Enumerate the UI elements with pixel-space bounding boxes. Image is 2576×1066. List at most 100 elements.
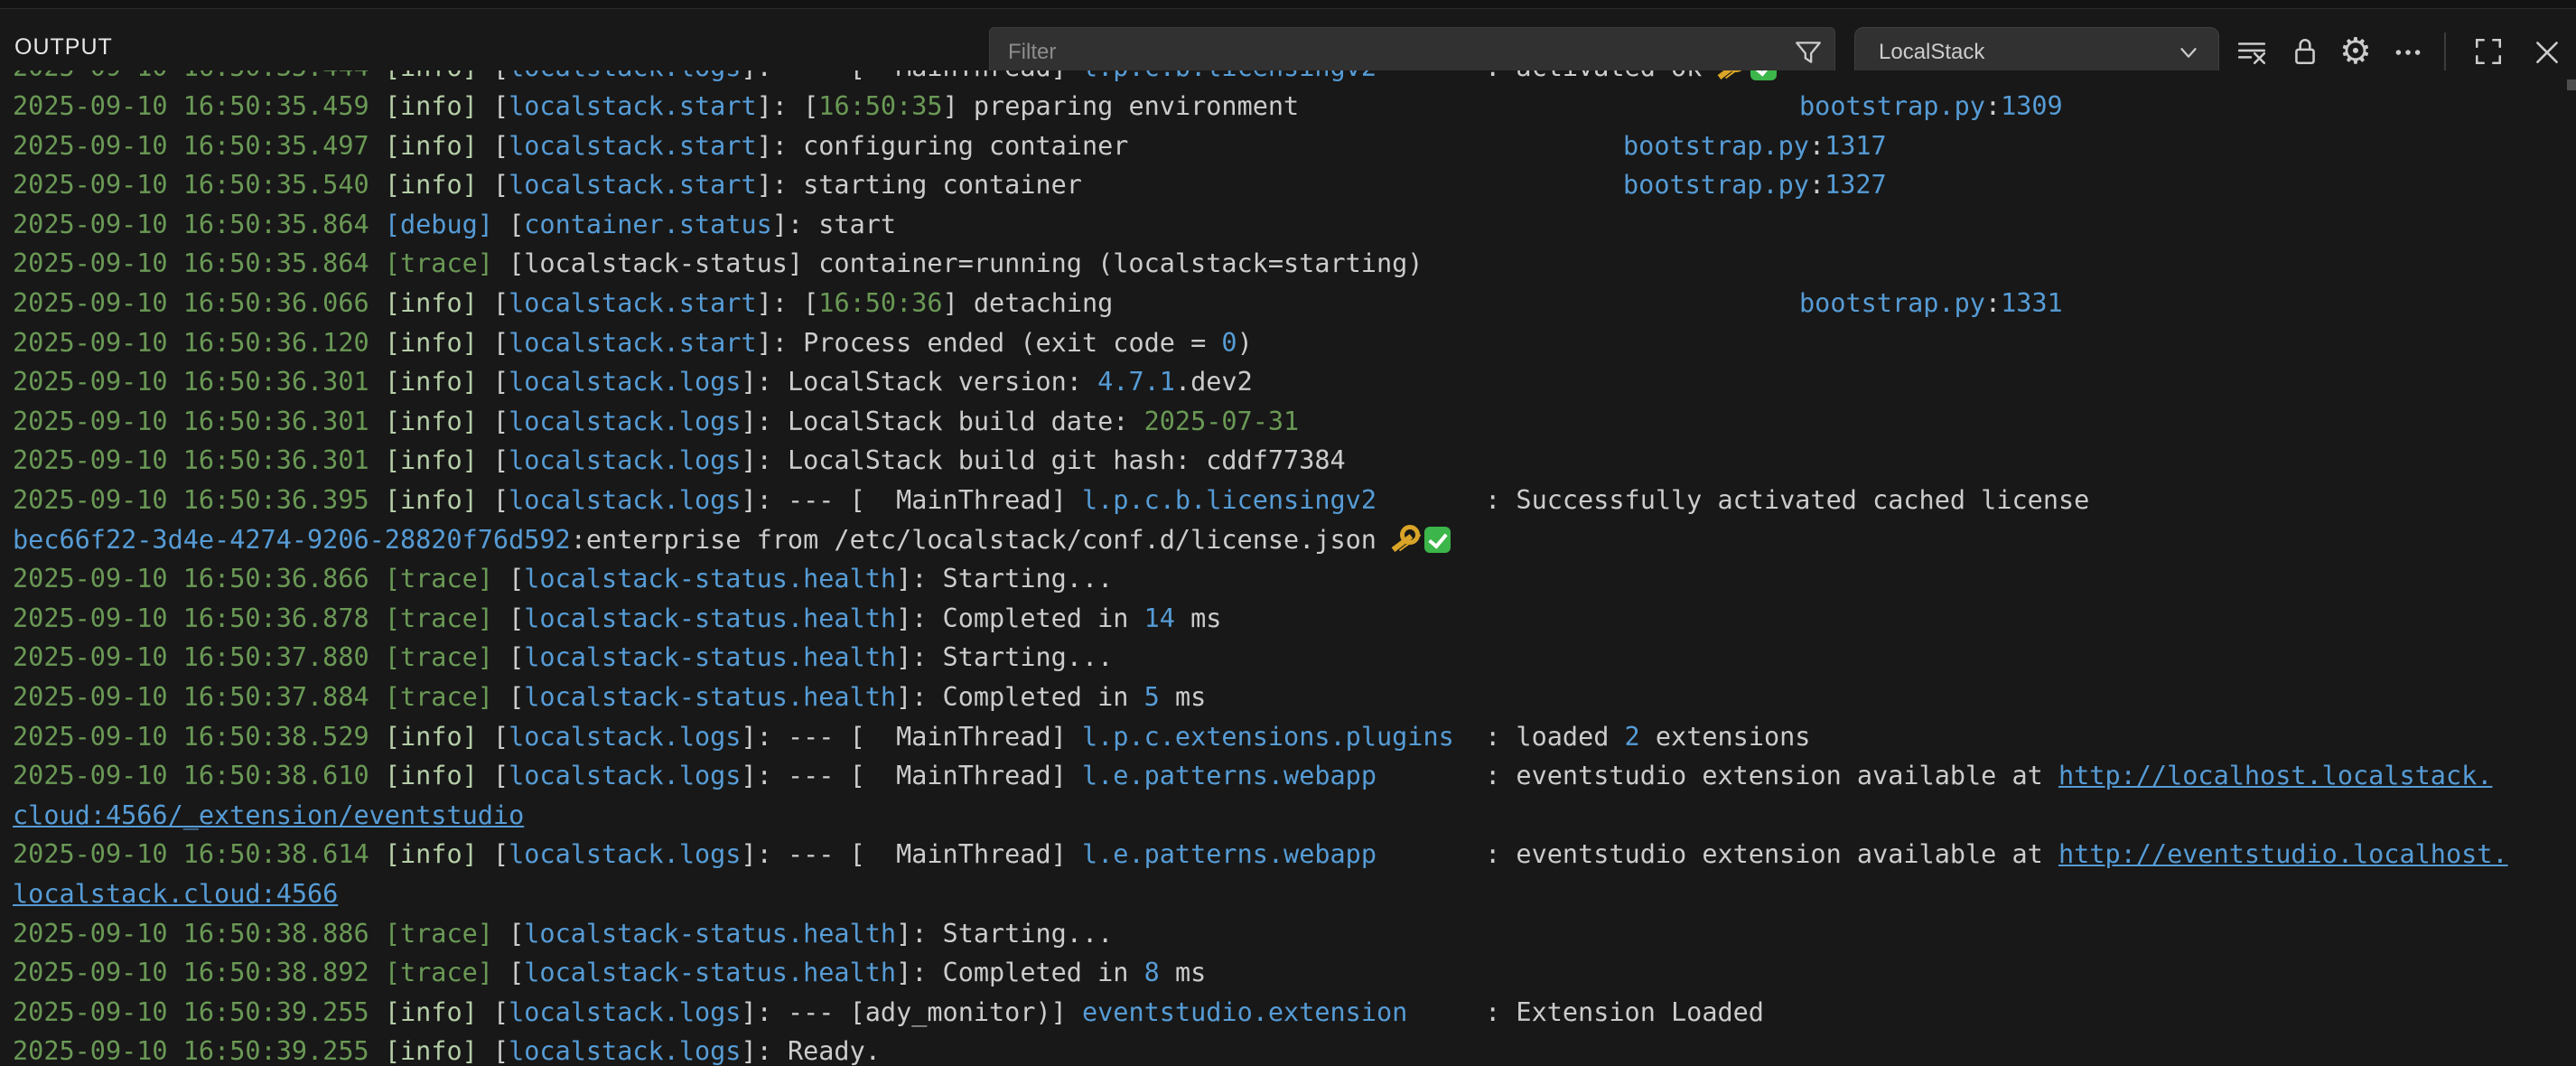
maximize-panel-icon[interactable]: [2473, 36, 2504, 67]
log-segment: 2025-09-10 16:50:35.864: [13, 248, 385, 278]
log-segment: ]: Starting...: [896, 919, 1113, 949]
log-segment: [: [478, 70, 509, 82]
gear-icon[interactable]: ⚙: [2339, 36, 2370, 67]
log-url-link[interactable]: localstack.cloud:4566: [13, 879, 338, 909]
filter-input[interactable]: [990, 40, 1793, 65]
log-segment: [: [478, 1036, 509, 1066]
log-segment: [trace]: [385, 682, 493, 712]
log-segment: localstack-status.health: [524, 564, 896, 594]
log-segment: : eventstudio extension available at: [1377, 839, 2058, 869]
log-segment: ]: Process ended (exit code =: [757, 328, 1222, 358]
close-panel-icon[interactable]: [2532, 36, 2562, 67]
log-segment: [: [478, 288, 509, 318]
log-segment: [info]: [385, 91, 478, 121]
log-segment: [info]: [385, 485, 478, 515]
check-icon: [1424, 527, 1451, 553]
output-panel: { "header": { "tab": "OUTPUT", "filter":…: [0, 0, 2576, 1066]
log-segment: [info]: [385, 761, 478, 790]
log-segment: [: [478, 407, 509, 436]
log-line: 2025-09-10 16:50:39.255 [info] [localsta…: [0, 1032, 2576, 1066]
log-segment: [trace]: [385, 248, 493, 278]
log-segment: [trace]: [385, 919, 493, 949]
chevron-down-icon: [2175, 39, 2202, 66]
log-segment: 2025-09-10 16:50:35.497: [13, 131, 385, 161]
log-segment: 2025-09-10 16:50:36.395: [13, 485, 385, 515]
log-url-link[interactable]: cloud:4566/_extension/eventstudio: [13, 800, 524, 830]
log-segment: 2025-09-10 16:50:38.886: [13, 919, 385, 949]
log-segment: [info]: [385, 170, 478, 200]
log-segment: [: [478, 839, 509, 869]
log-segment: [: [493, 958, 524, 987]
log-segment: localstack-status.health: [524, 919, 896, 949]
log-segment: 2: [1625, 722, 1640, 752]
log-segment: eventstudio.extension: [1082, 997, 1407, 1027]
source-file-link[interactable]: bootstrap.py:1317: [1623, 126, 1887, 166]
log-segment: [: [493, 210, 524, 239]
log-line: 2025-09-10 16:50:36.120 [info] [localsta…: [0, 323, 2576, 363]
log-segment: 2025-07-31: [1144, 407, 1300, 436]
log-segment: 5: [1144, 682, 1160, 712]
log-segment: 2025-09-10 16:50:38.892: [13, 958, 385, 987]
log-line: 2025-09-10 16:50:38.610 [info] [localsta…: [0, 756, 2576, 796]
log-segment: 14: [1144, 603, 1175, 633]
source-file-link[interactable]: bootstrap.py:1327: [1623, 165, 1887, 205]
log-segment: 2025-09-10 16:50:35.540: [13, 170, 385, 200]
log-segment: ]: Completed in: [896, 603, 1144, 633]
log-segment: 2025-09-10 16:50:38.610: [13, 761, 385, 790]
log-segment: : loaded: [1454, 722, 1625, 752]
log-segment: [debug]: [385, 210, 493, 239]
log-segment: [: [493, 642, 524, 672]
log-segment: [info]: [385, 839, 478, 869]
source-file-link[interactable]: bootstrap.py:1331: [1799, 284, 2063, 323]
lock-icon[interactable]: [2290, 36, 2320, 67]
log-line: 2025-09-10 16:50:36.066 [info] [localsta…: [0, 284, 2576, 323]
log-line: 2025-09-10 16:50:35.459 [info] [localsta…: [0, 87, 2576, 126]
scrollbar-thumb[interactable]: [2567, 79, 2576, 90]
log-line: 2025-09-10 16:50:35.864 [trace] [localst…: [0, 244, 2576, 284]
log-segment: ]: [: [757, 288, 819, 318]
log-segment: ]: --- [ MainThread]: [741, 485, 1082, 515]
log-line-clipped: 2025-09-10 16:50:35.444 [info] [localsta…: [0, 70, 2576, 87]
output-panel-header: OUTPUT LocalStack ⚙: [0, 9, 2576, 70]
log-line: 2025-09-10 16:50:35.540 [info] [localsta…: [0, 165, 2576, 205]
log-segment: ]: --- [ MainThread]: [741, 722, 1082, 752]
source-file-link[interactable]: bootstrap.py:1309: [1799, 87, 2063, 126]
log-line: 2025-09-10 16:50:38.614 [info] [localsta…: [0, 835, 2576, 874]
log-line: 2025-09-10 16:50:38.529 [info] [localsta…: [0, 717, 2576, 757]
log-segment: ): [1237, 328, 1253, 358]
log-segment: 16:50:35: [818, 91, 942, 121]
log-segment: localstack.start: [509, 170, 757, 200]
log-segment: l.p.c.extensions.plugins: [1082, 722, 1454, 752]
key-icon: [1392, 525, 1421, 554]
log-segment: localstack.logs: [509, 70, 741, 82]
log-segment: [: [493, 682, 524, 712]
log-segment: [trace]: [385, 958, 493, 987]
log-segment: localstack.start: [509, 131, 757, 161]
log-line: localstack.cloud:4566: [0, 874, 2576, 914]
log-segment: [: [478, 722, 509, 752]
log-url-link[interactable]: http://localhost.localstack.: [2058, 761, 2492, 790]
log-segment: [: [493, 919, 524, 949]
filter-funnel-icon[interactable]: [1793, 37, 1824, 68]
log-segment: ]: Completed in: [896, 958, 1144, 987]
log-segment: bec66f22-3d4e-4274-9206-28820f76d592: [13, 525, 571, 555]
log-segment: 2025-09-10 16:50:36.066: [13, 288, 385, 318]
more-actions-icon[interactable]: [2393, 36, 2423, 67]
clear-output-icon[interactable]: [2236, 36, 2267, 67]
log-line: 2025-09-10 16:50:35.864 [debug] [contain…: [0, 205, 2576, 245]
log-line: 2025-09-10 16:50:36.395 [info] [localsta…: [0, 481, 2576, 520]
log-url-link[interactable]: http://eventstudio.localhost.: [2058, 839, 2508, 869]
log-segment: [: [478, 131, 509, 161]
log-segment: 2025-09-10 16:50:39.255: [13, 1036, 385, 1066]
log-segment: localstack.logs: [509, 839, 741, 869]
log-segment: l.p.c.b.licensingv2: [1082, 485, 1377, 515]
log-segment: 2025-09-10 16:50:37.880: [13, 642, 385, 672]
log-output-area: 2025-09-10 16:50:35.444 [info] [localsta…: [0, 70, 2576, 1066]
log-segment: ms: [1175, 603, 1221, 633]
log-segment: [info]: [385, 997, 478, 1027]
log-segment: [info]: [385, 407, 478, 436]
tab-output[interactable]: OUTPUT: [14, 34, 113, 61]
log-scroll: 2025-09-10 16:50:35.444 [info] [localsta…: [0, 70, 2576, 1066]
log-segment: ]: --- [ady_monitor)]: [741, 997, 1082, 1027]
log-segment: localstack-status.health: [524, 958, 896, 987]
